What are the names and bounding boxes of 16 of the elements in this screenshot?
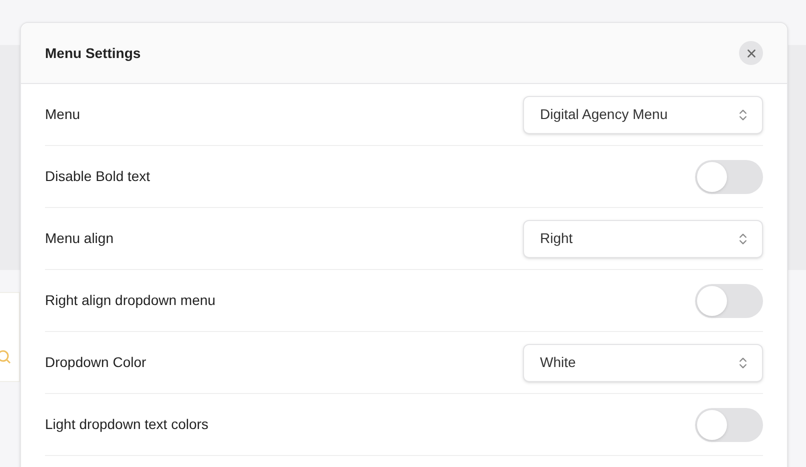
setting-label: Disable Bold text xyxy=(45,167,150,186)
dialog-title: Menu Settings xyxy=(45,44,141,63)
search-icon xyxy=(0,349,12,365)
toggle-switch[interactable] xyxy=(695,160,763,194)
setting-label: Right align dropdown menu xyxy=(45,291,216,310)
toggle-switch[interactable] xyxy=(695,408,763,442)
setting-label: Dropdown Color xyxy=(45,353,146,372)
select-field[interactable]: Right xyxy=(523,220,763,258)
close-icon xyxy=(744,46,758,60)
close-button[interactable] xyxy=(739,41,763,65)
select-field[interactable]: White xyxy=(523,344,763,382)
setting-label: Menu xyxy=(45,105,80,124)
select-field[interactable]: Digital Agency Menu xyxy=(523,96,763,134)
toggle-switch[interactable] xyxy=(695,284,763,318)
setting-label: Menu align xyxy=(45,229,114,248)
setting-label: Light dropdown text colors xyxy=(45,415,208,434)
